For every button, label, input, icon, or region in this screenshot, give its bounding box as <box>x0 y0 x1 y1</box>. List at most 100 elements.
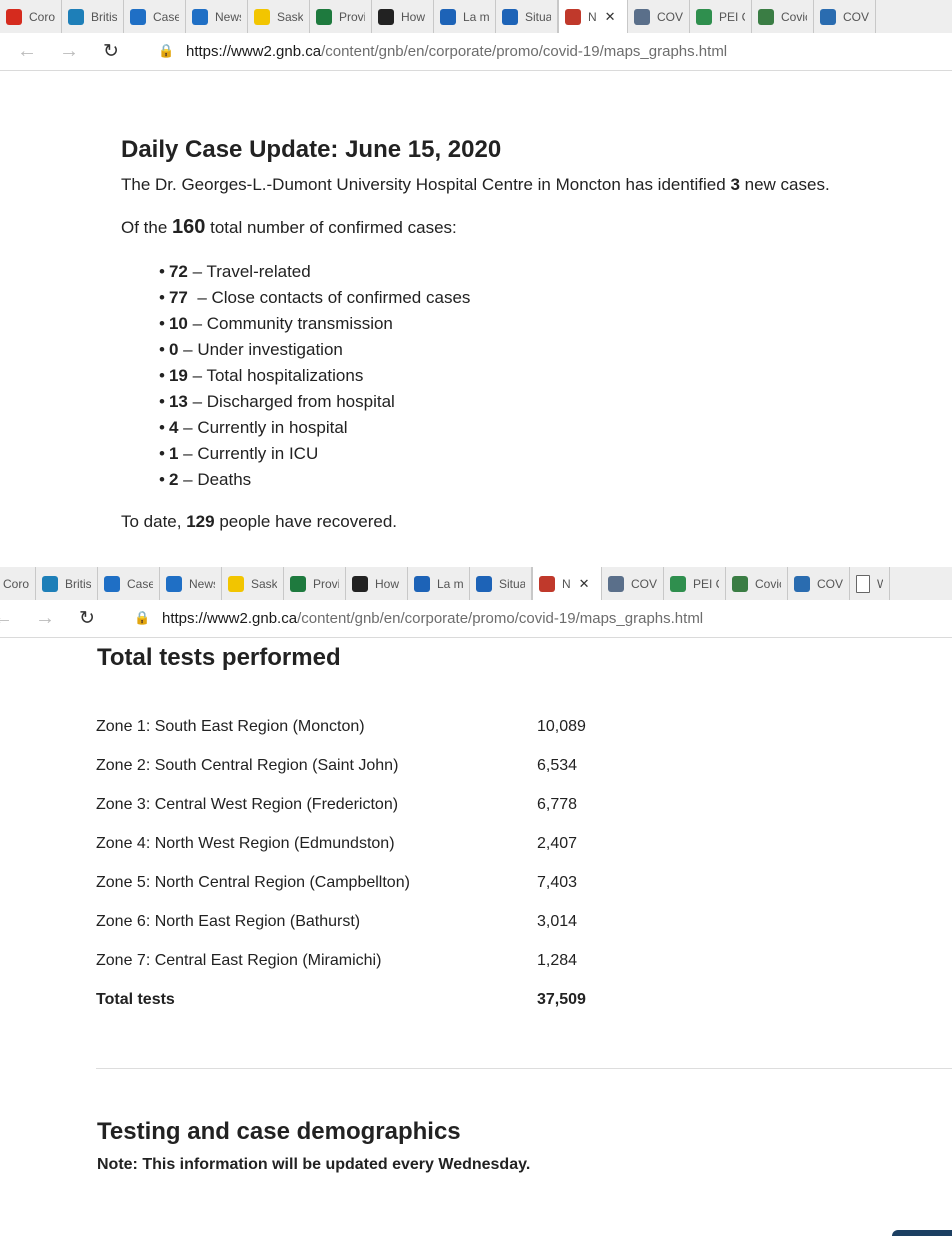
case-count: 2 <box>168 470 179 489</box>
forward-icon[interactable]: → <box>24 607 66 630</box>
tab-2[interactable]: Cases <box>124 0 186 33</box>
case-count: 1 <box>168 444 179 463</box>
forward-icon[interactable]: → <box>48 40 90 63</box>
page-corner-decoration <box>892 1230 952 1236</box>
tab-0[interactable]: Coro <box>0 567 36 600</box>
case-category: – Travel-related <box>187 262 311 281</box>
tab-6[interactable]: How <box>372 0 434 33</box>
case-breakdown-item: • 4 – Currently in hospital <box>159 415 470 441</box>
tab-label: Situat <box>525 9 551 24</box>
tab-label: Britis <box>91 9 117 24</box>
nl-icon <box>820 8 836 25</box>
bullet-icon: • <box>159 418 165 437</box>
tab-label: Saska <box>277 9 303 24</box>
bullet-icon: • <box>159 288 165 307</box>
tab-label: La ma <box>437 576 463 591</box>
tab-label: Cases <box>153 9 179 24</box>
lock-icon: 🔒 <box>134 610 151 625</box>
ontario-icon <box>378 8 394 25</box>
tab-6[interactable]: How <box>346 567 408 600</box>
recovered-post: people have recovered. <box>214 512 397 531</box>
daily-update-title: Daily Case Update: June 15, 2020 <box>121 136 502 163</box>
page-icon <box>856 574 870 593</box>
tab-14[interactable]: W <box>850 567 890 600</box>
case-category: – Total hospitalizations <box>187 366 364 385</box>
zone-test-count: 2,407 <box>537 835 578 852</box>
tab-3[interactable]: News <box>186 0 248 33</box>
confirmed-cases-text: Of the 160 total number of confirmed cas… <box>121 216 457 239</box>
tab-10[interactable]: COVI <box>602 567 664 600</box>
zone-test-count: 6,534 <box>537 757 578 774</box>
tab-0[interactable]: Coro <box>0 0 62 33</box>
section-divider <box>96 1068 952 1069</box>
tab-9[interactable]: N ✕ <box>532 567 602 600</box>
back-icon[interactable]: ← <box>6 40 48 63</box>
alberta-icon <box>104 575 120 592</box>
demographics-note: Note: This information will be updated e… <box>97 1156 531 1173</box>
browser-window-mid: Coro Britis Cases News Saska Provi How La ma Sit… <box>0 567 952 638</box>
case-category: – Under investigation <box>178 340 343 359</box>
manitoba-icon <box>290 575 306 592</box>
table-row: Zone 6: North East Region (Bathurst) 3,01… <box>96 913 636 935</box>
bullet-icon: • <box>159 392 165 411</box>
url-host: https://www2.gnb.ca <box>186 42 322 60</box>
table-row: Zone 5: North Central Region (Campbellto… <box>96 874 636 896</box>
case-category: – Discharged from hospital <box>187 392 395 411</box>
tab-strip: Coro Britis Cases News Saska Provi How La ma Sit… <box>0 567 952 600</box>
tab-9[interactable]: N ✕ <box>558 0 628 33</box>
tab-7[interactable]: La ma <box>434 0 496 33</box>
manitoba-icon <box>316 8 332 25</box>
reload-icon[interactable]: ↻ <box>90 40 132 63</box>
table-row: Zone 4: North West Region (Edmundston) 2,… <box>96 835 636 857</box>
zone-test-count: 1,284 <box>537 952 578 969</box>
case-category: – Currently in ICU <box>178 444 319 463</box>
tab-label: N <box>562 576 571 591</box>
address-bar: ← → ↻ 🔒 https://www2.gnb.ca/content/gnb/… <box>0 33 952 71</box>
reload-icon[interactable]: ↻ <box>66 607 108 630</box>
tab-4[interactable]: Saska <box>248 0 310 33</box>
table-row: Zone 1: South East Region (Moncton) 10,08… <box>96 718 636 740</box>
nl-icon <box>794 575 810 592</box>
close-tab-icon[interactable]: ✕ <box>579 576 590 592</box>
url-field[interactable]: 🔒 https://www2.gnb.ca/content/gnb/en/cor… <box>120 604 952 632</box>
tab-8[interactable]: Situat <box>470 567 532 600</box>
tab-13[interactable]: COVI <box>814 0 876 33</box>
tab-1[interactable]: Britis <box>36 567 98 600</box>
tab-12[interactable]: Covic <box>752 0 814 33</box>
table-row: Zone 3: Central West Region (Fredericton… <box>96 796 636 818</box>
close-tab-icon[interactable]: ✕ <box>605 9 616 25</box>
case-count: 77 <box>168 288 188 307</box>
zone-test-count: 3,014 <box>537 913 578 930</box>
case-count: 0 <box>168 340 179 359</box>
tab-1[interactable]: Britis <box>62 0 124 33</box>
tab-11[interactable]: PEI C <box>664 567 726 600</box>
bullet-icon: • <box>159 470 165 489</box>
table-row: Zone 7: Central East Region (Miramichi) 1… <box>96 952 636 974</box>
tab-2[interactable]: Cases <box>98 567 160 600</box>
recovered-text: To date, 129 people have recovered. <box>121 512 397 532</box>
globe-icon <box>758 8 774 25</box>
back-icon[interactable]: ← <box>0 607 24 630</box>
tab-3[interactable]: News <box>160 567 222 600</box>
tab-strip: Coro Britis Cases News Saska Provi How La ma Sit… <box>0 0 952 33</box>
tab-8[interactable]: Situat <box>496 0 558 33</box>
tab-12[interactable]: Covic <box>726 567 788 600</box>
tab-5[interactable]: Provi <box>310 0 372 33</box>
tab-13[interactable]: COVI <box>788 567 850 600</box>
tab-11[interactable]: PEI C <box>690 0 752 33</box>
url-field[interactable]: 🔒 https://www2.gnb.ca/content/gnb/en/cor… <box>144 37 952 65</box>
ns-icon <box>634 8 650 25</box>
lock-icon: 🔒 <box>158 43 175 58</box>
tab-7[interactable]: La ma <box>408 567 470 600</box>
tab-label: Cases <box>127 576 153 591</box>
tab-label: How <box>375 576 400 591</box>
tab-label: COVI <box>631 576 657 591</box>
tab-label: PEI C <box>719 9 745 24</box>
confirmed-count: 160 <box>172 216 206 238</box>
zone-name: Zone 1: South East Region (Moncton) <box>96 718 365 735</box>
quebec-icon <box>502 8 518 25</box>
tab-4[interactable]: Saska <box>222 567 284 600</box>
tab-10[interactable]: COVI <box>628 0 690 33</box>
tab-5[interactable]: Provi <box>284 567 346 600</box>
pei-icon <box>696 8 712 25</box>
